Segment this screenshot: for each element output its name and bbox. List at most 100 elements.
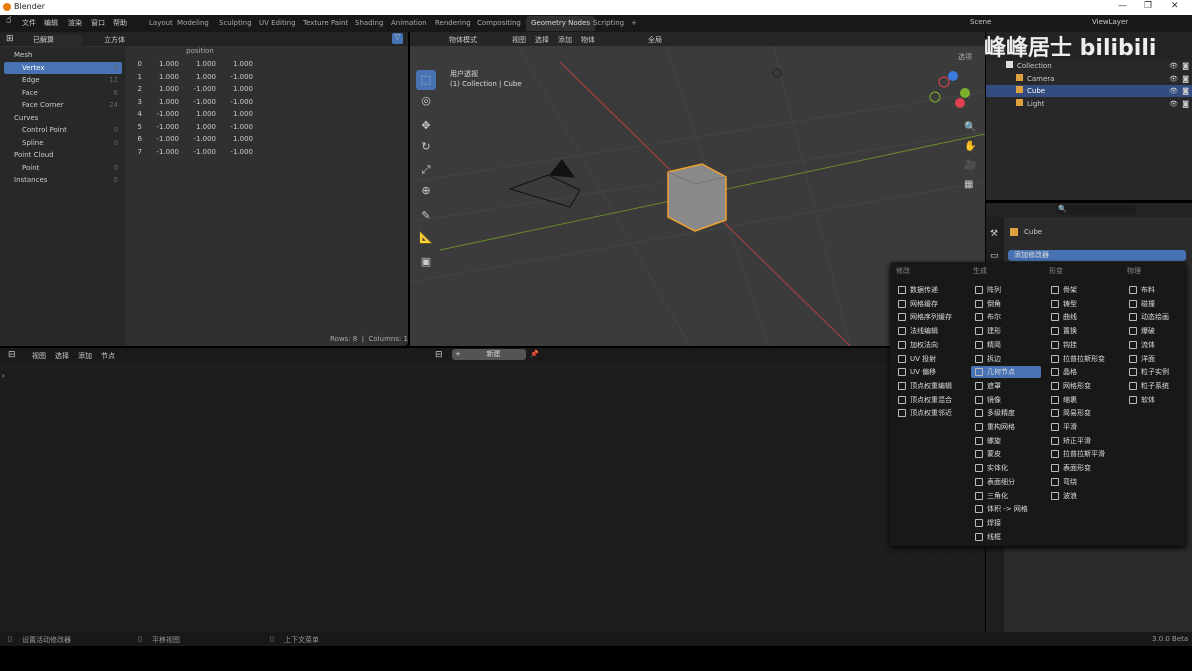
modifier-item[interactable]: 线框 [971,531,1041,543]
modifier-item[interactable]: 简易形变 [1047,407,1117,419]
rotate-tool-icon[interactable]: ↻ [416,137,436,157]
domain-curves[interactable]: Curves [4,112,122,124]
modifier-item[interactable]: 网格序列缓存 [894,311,964,323]
visibility-eye-icon[interactable]: 👁 [1169,85,1178,97]
filter-icon[interactable]: ▽ [392,33,403,44]
outliner-item-light[interactable]: Light 👁 ◙ [986,98,1192,110]
close-button[interactable]: ✕ [1171,1,1179,11]
viewport-menu-0[interactable]: 视图 [512,35,526,45]
modifier-item[interactable]: 精简 [971,339,1041,351]
evaluation-mode-dropdown[interactable]: 已解算 [33,35,83,45]
render-camera-icon[interactable]: ◙ [1182,85,1189,97]
modifier-item[interactable]: 波浪 [1047,490,1117,502]
node-menu-3[interactable]: 节点 [101,351,115,361]
pan-hand-icon[interactable]: ✋ [964,141,976,152]
modifier-item[interactable]: 顶点权重编辑 [894,380,964,392]
editor-type-icon[interactable]: ⊟ [8,350,16,360]
modifier-item[interactable]: 矫正平滑 [1047,435,1117,447]
tab-workspace-3[interactable]: UV Editing [254,16,301,31]
render-camera-icon[interactable]: ◙ [1182,98,1189,110]
tab-workspace-10[interactable]: Scripting [588,16,629,31]
modifier-item[interactable]: 表面细分 [971,476,1041,488]
modifier-item[interactable]: 洋面 [1125,353,1192,365]
modifier-item[interactable]: 软体 [1125,394,1192,406]
modifier-item[interactable]: 动态绘画 [1125,311,1192,323]
render-tab-icon[interactable]: ▭ [990,251,1000,261]
modifier-item[interactable]: UV 偏移 [894,366,964,378]
new-node-tree-button[interactable]: + 新建 [452,349,526,360]
tab-workspace-11[interactable]: + [626,16,642,31]
modifier-item[interactable]: 粒子实例 [1125,366,1192,378]
modifier-item[interactable]: 铸型 [1047,298,1117,310]
modifier-item[interactable]: 布料 [1125,284,1192,296]
transform-tool-icon[interactable]: ⊕ [416,181,436,201]
visibility-eye-icon[interactable]: 👁 [1169,98,1178,110]
annotate-tool-icon[interactable]: ✎ [416,206,436,226]
domain-point[interactable]: Point 0 [4,162,122,174]
view-layer-selector[interactable]: ViewLayer [1092,18,1128,26]
menu-3[interactable]: 窗口 [91,18,105,28]
domain-edge[interactable]: Edge 12 [4,74,122,86]
modifier-item[interactable]: 粒子系统 [1125,380,1192,392]
tab-workspace-2[interactable]: Sculpting [214,16,257,31]
outliner-item-collection[interactable]: Collection 👁 ◙ [986,60,1192,72]
modifier-item[interactable]: 体积 -> 网格 [971,503,1041,515]
modifier-item[interactable]: 法线编辑 [894,325,964,337]
modifier-item[interactable]: 三角化 [971,490,1041,502]
menu-1[interactable]: 编辑 [44,18,58,28]
viewport-menu-1[interactable]: 选择 [535,35,549,45]
sidebar-toggle-icon[interactable]: › [2,372,5,380]
tab-workspace-8[interactable]: Compositing [472,16,526,31]
visibility-eye-icon[interactable]: 👁 [1169,73,1178,85]
viewport-menu-2[interactable]: 添加 [558,35,572,45]
domain-mesh[interactable]: Mesh [4,49,122,61]
viewport-menu-3[interactable]: 物体 [581,35,595,45]
outliner-item-cube[interactable]: Cube 👁 ◙ [986,85,1192,97]
tab-workspace-9[interactable]: Geometry Nodes [526,16,596,31]
domain-instances[interactable]: Instances 0 [4,174,122,186]
tool-tab-icon[interactable]: ⚒ [990,229,1000,239]
render-camera-icon[interactable]: ◙ [1182,60,1189,72]
modifier-item[interactable]: 螺旋 [971,435,1041,447]
modifier-item[interactable]: 拉普拉斯形变 [1047,353,1117,365]
pin-icon[interactable]: 📌 [530,350,539,358]
modifier-item[interactable]: 平滑 [1047,421,1117,433]
modifier-item[interactable]: 几何节点 [971,366,1041,379]
modifier-item[interactable]: 倒角 [971,298,1041,310]
node-menu-2[interactable]: 添加 [78,351,92,361]
modifier-item[interactable]: 曲线 [1047,311,1117,323]
modifier-item[interactable]: 拆边 [971,353,1041,365]
editor-type-icon[interactable]: ⊞ [6,34,14,44]
modifier-item[interactable]: 顶点权重混合 [894,394,964,406]
properties-search-input[interactable]: 🔍 [1056,205,1136,215]
tab-workspace-7[interactable]: Rendering [430,16,476,31]
modifier-item[interactable]: 流体 [1125,339,1192,351]
modifier-item[interactable]: 缩裹 [1047,394,1117,406]
modifier-item[interactable]: 遮罩 [971,380,1041,392]
modifier-item[interactable]: 表面形变 [1047,462,1117,474]
modifier-item[interactable]: 镜像 [971,394,1041,406]
modifier-item[interactable]: 布尔 [971,311,1041,323]
modifier-item[interactable]: 加权法向 [894,339,964,351]
menu-2[interactable]: 渲染 [68,18,82,28]
add-cube-tool-icon[interactable]: ▣ [416,252,436,272]
modifier-item[interactable]: 弯绕 [1047,476,1117,488]
scale-tool-icon[interactable]: ⤢ [416,160,436,180]
perspective-grid-icon[interactable]: ▦ [964,179,973,190]
modifier-item[interactable]: 爆破 [1125,325,1192,337]
transform-orientation-dropdown[interactable]: 全局 [648,35,662,45]
outliner-item-camera[interactable]: Camera 👁 ◙ [986,73,1192,85]
geometry-node-editor[interactable]: ⊟ ⊟ + 新建 📌 视图 选择 添加 节点 › [0,348,985,632]
cursor-tool-icon[interactable]: ◎ [416,91,436,111]
node-menu-0[interactable]: 视图 [32,351,46,361]
modifier-item[interactable]: 晶格 [1047,366,1117,378]
mode-dropdown[interactable]: 物体模式 [449,35,507,45]
node-tree-type-icon[interactable]: ⊟ [435,350,443,360]
tab-workspace-1[interactable]: Modeling [172,16,214,31]
menu-0[interactable]: 文件 [22,18,36,28]
maximize-button[interactable]: ❐ [1144,1,1152,11]
domain-spline[interactable]: Spline 0 [4,137,122,149]
measure-tool-icon[interactable]: 📐 [416,228,436,248]
domain-vertex[interactable]: Vertex 8 [4,61,122,74]
modifier-item[interactable]: 拉普拉斯平滑 [1047,448,1117,460]
